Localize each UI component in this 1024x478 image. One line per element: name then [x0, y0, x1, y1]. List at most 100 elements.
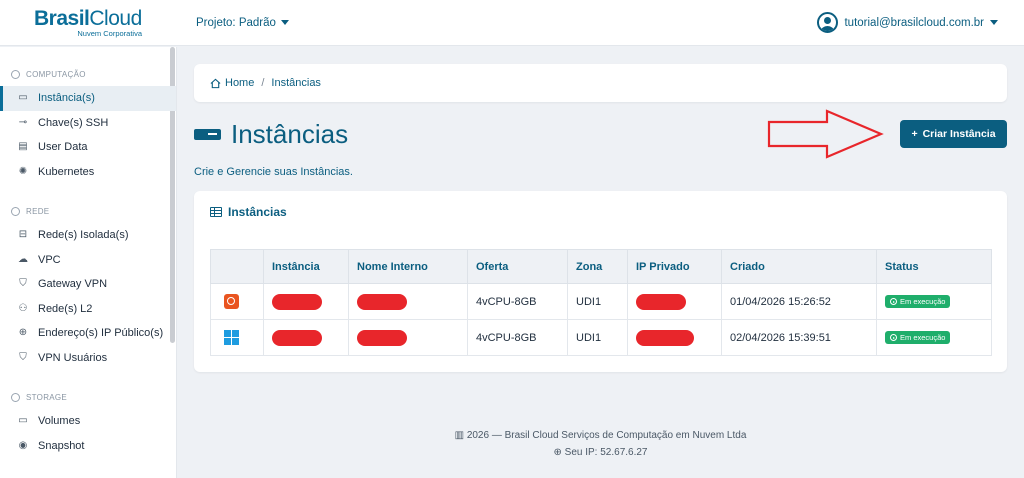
play-circle-icon — [890, 334, 897, 341]
sidebar-item-label: VPN Usuários — [38, 351, 108, 364]
col-ip-privado[interactable]: IP Privado — [627, 249, 722, 284]
col-status[interactable]: Status — [876, 249, 992, 284]
status-badge: Em execução — [885, 331, 951, 344]
redacted-mark — [357, 329, 407, 346]
breadcrumb-home[interactable]: Home — [210, 77, 254, 89]
os-cell — [210, 283, 264, 320]
internal-name-cell — [348, 283, 468, 320]
brand-logo[interactable]: BrasilCloud Nuvem Corporativa — [0, 8, 176, 38]
zona-cell: UDI1 — [567, 283, 628, 320]
redacted-mark — [357, 293, 407, 310]
oferta-cell: 4vCPU-8GB — [467, 319, 568, 356]
ip-cell — [627, 319, 722, 356]
status-label: Em execução — [900, 297, 946, 306]
sidebar-item-redes-isoladas[interactable]: ⊟ Rede(s) Isolada(s) — [0, 223, 176, 248]
col-instancia[interactable]: Instância — [263, 249, 349, 284]
criado-cell: 01/04/2026 15:26:52 — [721, 283, 877, 320]
status-label: Em execução — [900, 333, 946, 342]
table-icon — [210, 207, 222, 217]
sidebar-item-user-data[interactable]: ▤ User Data — [0, 135, 176, 160]
col-criado[interactable]: Criado — [721, 249, 877, 284]
sidebar-item-label: Instância(s) — [38, 92, 95, 105]
ubuntu-icon — [224, 294, 239, 309]
key-icon: ⊸ — [18, 116, 28, 128]
section-title: STORAGE — [26, 392, 68, 402]
section-title: COMPUTAÇÃO — [26, 69, 86, 79]
instance-cell[interactable] — [263, 283, 349, 320]
table-row[interactable]: 4vCPU-8GB UDI1 02/04/2026 15:39:51 Em ex… — [210, 319, 992, 356]
col-zona[interactable]: Zona — [567, 249, 628, 284]
breadcrumb: Home / Instâncias — [194, 64, 1007, 102]
redacted-mark — [636, 293, 686, 310]
globe-icon: ⊕ — [18, 327, 28, 339]
sidebar-item-label: Rede(s) Isolada(s) — [38, 229, 129, 242]
table-row[interactable]: 4vCPU-8GB UDI1 01/04/2026 15:26:52 Em ex… — [210, 283, 992, 320]
logo-brand-b: Cloud — [89, 6, 142, 30]
plus-icon: + — [911, 128, 918, 140]
create-instance-button[interactable]: + Criar Instância — [900, 120, 1007, 148]
card-title-label: Instâncias — [228, 205, 287, 219]
sidebar-item-kubernetes[interactable]: ✺ Kubernetes — [0, 160, 176, 185]
project-label: Projeto: Padrão — [196, 16, 276, 29]
kubernetes-icon: ✺ — [18, 165, 28, 177]
ip-cell — [627, 283, 722, 320]
footer-ip: ⊕ Seu IP: 52.67.6.27 — [194, 447, 1007, 458]
section-title: REDE — [26, 206, 50, 216]
sitemap-icon: ⚇ — [18, 302, 28, 314]
hard-drive-icon: ▭ — [18, 415, 28, 427]
table-header-row: Instância Nome Interno Oferta Zona IP Pr… — [210, 249, 992, 284]
section-rede: REDE — [0, 204, 176, 218]
sidebar-item-volumes[interactable]: ▭ Volumes — [0, 409, 176, 434]
redacted-mark — [272, 293, 322, 310]
sidebar-item-label: User Data — [38, 141, 88, 154]
top-header: BrasilCloud Nuvem Corporativa Projeto: P… — [0, 0, 1024, 46]
breadcrumb-home-label: Home — [225, 77, 255, 89]
sidebar-item-snapshot[interactable]: ◉ Snapshot — [0, 434, 176, 459]
gear-icon — [11, 69, 20, 79]
storage-icon — [11, 392, 20, 402]
sidebar: COMPUTAÇÃO ▭ Instância(s) ⊸ Chave(s) SSH… — [0, 47, 177, 478]
sidebar-item-gateway-vpn[interactable]: ⛉ Gateway VPN — [0, 272, 176, 297]
sidebar-item-instancias[interactable]: ▭ Instância(s) — [0, 86, 176, 111]
sidebar-item-redes-l2[interactable]: ⚇ Rede(s) L2 — [0, 297, 176, 322]
sidebar-item-label: Rede(s) L2 — [38, 302, 93, 315]
home-icon — [210, 78, 221, 88]
network-icon — [11, 206, 20, 216]
col-oferta[interactable]: Oferta — [467, 249, 568, 284]
user-menu[interactable]: tutorial@brasilcloud.com.br — [817, 12, 998, 33]
sidebar-item-ssh-keys[interactable]: ⊸ Chave(s) SSH — [0, 111, 176, 136]
section-computacao: COMPUTAÇÃO — [0, 67, 176, 81]
create-instance-label: Criar Instância — [922, 128, 996, 140]
sidebar-item-label: VPC — [38, 253, 61, 266]
building-icon: ▥ — [454, 430, 465, 441]
server-icon — [194, 129, 221, 140]
zona-cell: UDI1 — [567, 319, 628, 356]
sidebar-item-label: Volumes — [38, 415, 81, 428]
sidebar-item-ip-publico[interactable]: ⊕ Endereço(s) IP Público(s) — [0, 321, 176, 346]
sidebar-item-label: Gateway VPN — [38, 278, 108, 291]
globe-icon: ⊕ — [553, 447, 562, 458]
instance-cell[interactable] — [263, 319, 349, 356]
annotation-arrow-icon — [767, 109, 884, 159]
sidebar-item-label: Snapshot — [38, 439, 85, 452]
sidebar-item-vpn-usuarios[interactable]: ⛉ VPN Usuários — [0, 346, 176, 371]
sidebar-item-vpc[interactable]: ☁ VPC — [0, 248, 176, 273]
status-cell: Em execução — [876, 319, 992, 356]
shield-check-icon: ⛉ — [19, 351, 27, 363]
col-nome-interno[interactable]: Nome Interno — [348, 249, 468, 284]
page-subtitle: Crie e Gerencie suas Instâncias. — [194, 166, 353, 178]
play-circle-icon — [890, 298, 897, 305]
cloud-icon: ☁ — [18, 253, 28, 265]
oferta-cell: 4vCPU-8GB — [467, 283, 568, 320]
internal-name-cell — [348, 319, 468, 356]
sidebar-item-label: Kubernetes — [38, 165, 95, 178]
instances-table: Instância Nome Interno Oferta Zona IP Pr… — [210, 249, 992, 356]
copyright-text: 2026 — Brasil Cloud Serviços de Computaç… — [466, 430, 747, 441]
footer-copyright: ▥ 2026 — Brasil Cloud Serviços de Comput… — [194, 430, 1007, 441]
windows-icon — [224, 330, 239, 345]
file-icon: ▤ — [18, 141, 28, 153]
project-selector[interactable]: Projeto: Padrão — [196, 17, 289, 29]
card-title: Instâncias — [210, 205, 287, 219]
redacted-mark — [272, 329, 322, 346]
sidebar-item-label: Chave(s) SSH — [38, 116, 109, 129]
